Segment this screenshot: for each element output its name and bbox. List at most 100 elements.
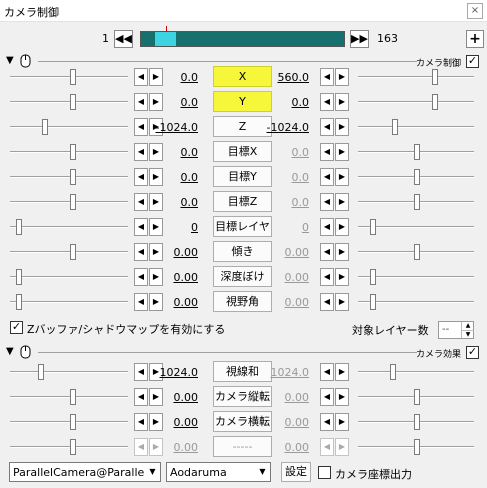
slider-knob[interactable]	[392, 119, 398, 135]
object-select[interactable]: ParallelCamera@ParallelC ▼	[9, 462, 161, 482]
slider-knob[interactable]	[70, 439, 76, 455]
end-value[interactable]: 0.00	[264, 441, 310, 454]
increment-icon[interactable]: ▶	[335, 168, 349, 186]
slider-knob[interactable]	[38, 364, 44, 380]
slider-knob[interactable]	[70, 414, 76, 430]
decrement-icon[interactable]: ◀	[320, 93, 334, 111]
dropdown-icon[interactable]: ▼	[145, 463, 160, 481]
left-slider[interactable]	[10, 169, 128, 185]
slider-knob[interactable]	[370, 269, 376, 285]
decrement-icon[interactable]: ◀	[320, 243, 334, 261]
left-slider[interactable]	[10, 269, 128, 285]
start-value[interactable]: -1024.0	[153, 121, 198, 134]
increment-icon[interactable]: ▶	[335, 68, 349, 86]
decrement-icon[interactable]: ◀	[134, 388, 148, 406]
slider-knob[interactable]	[432, 94, 438, 110]
right-slider[interactable]	[358, 144, 474, 160]
decrement-icon[interactable]: ◀	[134, 293, 148, 311]
slider-knob[interactable]	[414, 439, 420, 455]
left-slider[interactable]	[10, 69, 128, 85]
decrement-icon[interactable]: ◀	[320, 118, 334, 136]
slider-knob[interactable]	[370, 219, 376, 235]
camera-position-checkbox[interactable]	[318, 466, 331, 479]
start-value[interactable]: 0.00	[153, 441, 199, 454]
right-slider[interactable]	[358, 389, 474, 405]
left-slider[interactable]	[10, 194, 128, 210]
right-slider[interactable]	[358, 194, 474, 210]
slider-knob[interactable]	[390, 364, 396, 380]
increment-icon[interactable]: ▶	[335, 363, 349, 381]
end-value[interactable]: 0.0	[264, 171, 310, 184]
decrement-icon[interactable]: ◀	[320, 68, 334, 86]
right-slider[interactable]	[358, 94, 474, 110]
start-value[interactable]: 0.0	[153, 146, 199, 159]
decrement-icon[interactable]: ◀	[134, 413, 148, 431]
slider-knob[interactable]	[70, 194, 76, 210]
decrement-icon[interactable]: ◀	[320, 388, 334, 406]
left-slider[interactable]	[10, 244, 128, 260]
increment-icon[interactable]: ▶	[335, 193, 349, 211]
slider-knob[interactable]	[414, 194, 420, 210]
right-slider[interactable]	[358, 119, 474, 135]
slider-knob[interactable]	[16, 269, 22, 285]
end-value[interactable]: 0.0	[264, 96, 310, 109]
add-button[interactable]: +	[466, 30, 484, 48]
end-value[interactable]: 0.00	[264, 391, 310, 404]
slider-knob[interactable]	[16, 219, 22, 235]
decrement-icon[interactable]: ◀	[134, 438, 148, 456]
start-value[interactable]: 0.00	[153, 246, 199, 259]
prev-frame-button[interactable]: ◀◀	[114, 30, 133, 48]
right-slider[interactable]	[358, 69, 474, 85]
increment-icon[interactable]: ▶	[335, 118, 349, 136]
right-slider[interactable]	[358, 364, 474, 380]
collapse-arrow-icon[interactable]: ▼	[6, 346, 14, 357]
left-slider[interactable]	[10, 94, 128, 110]
left-slider[interactable]	[10, 414, 128, 430]
start-value[interactable]: 0.00	[153, 391, 199, 404]
collapse-arrow-icon[interactable]: ▼	[6, 55, 14, 66]
start-value[interactable]: 0.00	[153, 271, 199, 284]
right-slider[interactable]	[358, 269, 474, 285]
slider-knob[interactable]	[414, 169, 420, 185]
slider-knob[interactable]	[70, 244, 76, 260]
decrement-icon[interactable]: ◀	[320, 168, 334, 186]
increment-icon[interactable]: ▶	[335, 413, 349, 431]
decrement-icon[interactable]: ◀	[134, 93, 148, 111]
end-value[interactable]: 0.00	[264, 296, 310, 309]
decrement-icon[interactable]: ◀	[134, 218, 148, 236]
end-value[interactable]: 1024.0	[264, 366, 310, 379]
start-value[interactable]: 0.0	[153, 96, 199, 109]
decrement-icon[interactable]: ◀	[134, 193, 148, 211]
target-layer-spinner[interactable]: -- ▲ ▼	[438, 321, 474, 339]
end-value[interactable]: 0.00	[264, 271, 310, 284]
left-slider[interactable]	[10, 389, 128, 405]
decrement-icon[interactable]: ◀	[134, 363, 148, 381]
increment-icon[interactable]: ▶	[335, 268, 349, 286]
start-value[interactable]: 0	[153, 221, 198, 234]
increment-icon[interactable]: ▶	[335, 243, 349, 261]
slider-knob[interactable]	[70, 169, 76, 185]
settings-button[interactable]: 設定	[281, 462, 311, 482]
decrement-icon[interactable]: ◀	[320, 438, 334, 456]
spin-down-icon[interactable]: ▼	[461, 330, 474, 338]
camera-effect-checkbox[interactable]: ✓	[466, 346, 479, 359]
decrement-icon[interactable]: ◀	[134, 168, 148, 186]
increment-icon[interactable]: ▶	[335, 388, 349, 406]
decrement-icon[interactable]: ◀	[134, 118, 148, 136]
slider-knob[interactable]	[70, 94, 76, 110]
start-value[interactable]: 0.00	[153, 296, 199, 309]
increment-icon[interactable]: ▶	[335, 438, 349, 456]
slider-knob[interactable]	[16, 294, 22, 310]
next-frame-button[interactable]: ▶▶	[350, 30, 369, 48]
slider-knob[interactable]	[414, 244, 420, 260]
slider-knob[interactable]	[70, 389, 76, 405]
right-slider[interactable]	[358, 414, 474, 430]
left-slider[interactable]	[10, 119, 128, 135]
decrement-icon[interactable]: ◀	[134, 68, 148, 86]
end-value[interactable]: 0	[264, 221, 309, 234]
increment-icon[interactable]: ▶	[335, 218, 349, 236]
left-slider[interactable]	[10, 144, 128, 160]
left-slider[interactable]	[10, 219, 128, 235]
slider-knob[interactable]	[70, 69, 76, 85]
end-value[interactable]: 0.0	[264, 146, 310, 159]
